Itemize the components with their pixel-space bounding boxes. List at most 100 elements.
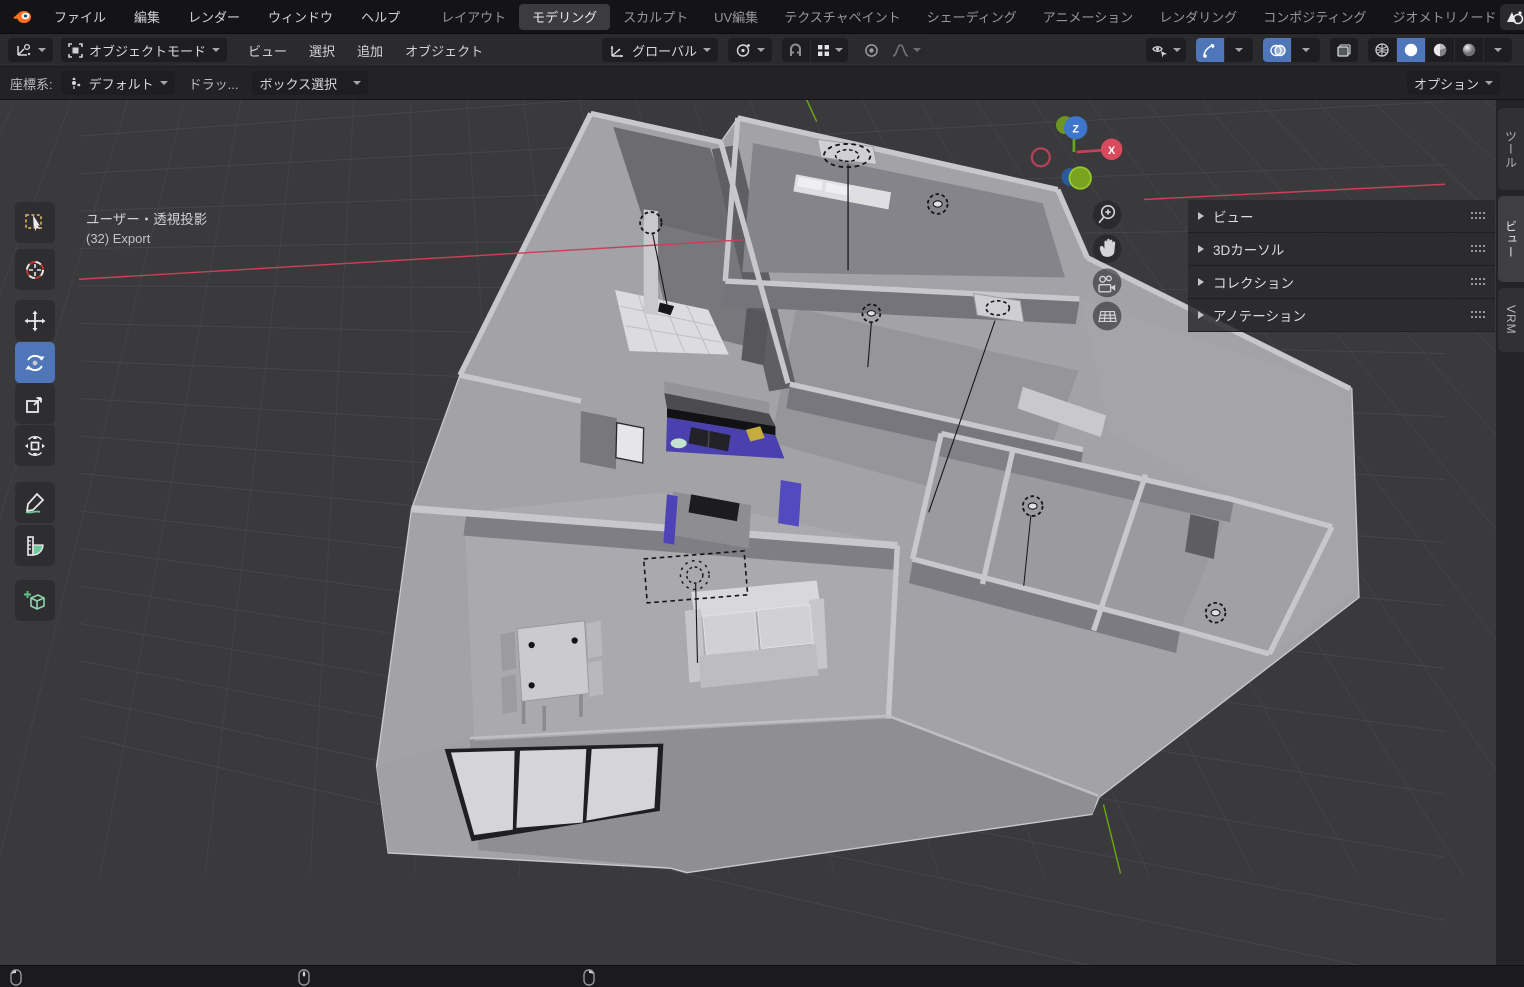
sofa[interactable] [685, 580, 828, 688]
menu-file[interactable]: ファイル [40, 0, 120, 34]
tool-transform[interactable] [15, 425, 55, 466]
toggle-grid-ortho-icon[interactable] [1093, 302, 1122, 331]
tab-shading[interactable]: シェーディング [914, 4, 1030, 30]
view-mode-label: ユーザー・透視投影 [86, 208, 207, 228]
tool-rotate[interactable] [15, 342, 55, 383]
snap-magnet-icon[interactable] [782, 38, 810, 62]
menu-add[interactable]: 追加 [346, 41, 394, 60]
sidebar-section-collections[interactable]: コレクション [1188, 266, 1495, 299]
scene-icon[interactable] [1500, 4, 1524, 30]
menu-select[interactable]: 選択 [298, 41, 346, 60]
show-overlays-dropdown[interactable] [1292, 38, 1320, 62]
pan-hand-icon[interactable] [1093, 234, 1122, 263]
tab-animation[interactable]: アニメーション [1030, 4, 1146, 30]
table-top[interactable] [517, 621, 589, 702]
coordinate-preset-dropdown[interactable]: デフォルト [61, 71, 175, 95]
tool-annotate[interactable] [15, 482, 55, 523]
tab-layout[interactable]: レイアウト [428, 4, 519, 30]
solid-shading-icon[interactable] [1397, 38, 1425, 62]
proportional-editing-icon[interactable] [858, 38, 886, 62]
editor-type-3d-viewport-icon[interactable] [8, 38, 53, 62]
cursor-3d-icon [23, 258, 47, 282]
grip-dots-icon[interactable] [1471, 311, 1485, 319]
blender-logo-icon[interactable] [0, 0, 40, 34]
plate[interactable] [671, 438, 687, 448]
expand-arrow-icon [1198, 311, 1204, 319]
tab-sculpting[interactable]: スカルプト [610, 4, 701, 30]
active-collection-label: (32) Export [86, 231, 150, 246]
menu-help[interactable]: ヘルプ [347, 0, 414, 34]
grip-dots-icon[interactable] [1471, 245, 1485, 253]
bathroom-column[interactable] [644, 209, 658, 315]
tab-texture-paint[interactable]: テクスチャペイント [771, 4, 913, 30]
annotate-pen-icon [23, 491, 47, 515]
toggle-xray-icon[interactable] [1330, 38, 1358, 62]
wireframe-shading-icon[interactable] [1368, 38, 1396, 62]
chair[interactable] [586, 621, 602, 659]
expand-arrow-icon [1198, 212, 1204, 220]
grip-dots-icon[interactable] [1471, 212, 1485, 220]
kitchen-cabinet-left[interactable] [580, 411, 617, 469]
blender-window: ファイル 編集 レンダー ウィンドウ ヘルプ レイアウト モデリング スカルプト… [0, 0, 1524, 987]
window-pane[interactable] [516, 749, 586, 828]
sidebar-tab-vrm[interactable]: VRM [1498, 288, 1524, 352]
zoom-in-icon[interactable] [1093, 200, 1122, 229]
show-gizmo-dropdown[interactable] [1225, 38, 1253, 62]
kitchen-fridge[interactable] [616, 423, 644, 463]
chair[interactable] [500, 632, 516, 671]
snap-target-dropdown[interactable] [811, 38, 848, 62]
statusbar [0, 965, 1524, 987]
shading-dropdown[interactable] [1484, 38, 1512, 62]
cup [528, 682, 534, 688]
3d-viewport[interactable]: Z X [0, 100, 1524, 965]
material-preview-icon[interactable] [1426, 38, 1454, 62]
doorway[interactable] [1185, 514, 1219, 559]
pivot-point-dropdown[interactable] [728, 38, 772, 62]
falloff-curve-icon[interactable] [887, 38, 926, 62]
topbar: ファイル 編集 レンダー ウィンドウ ヘルプ レイアウト モデリング スカルプト… [0, 0, 1524, 34]
show-overlays-icon[interactable] [1263, 38, 1291, 62]
menu-window[interactable]: ウィンドウ [254, 0, 347, 34]
tab-rendering[interactable]: レンダリング [1146, 4, 1250, 30]
menu-view[interactable]: ビュー [237, 41, 298, 60]
tab-compositing[interactable]: コンポジティング [1250, 4, 1379, 30]
tab-geometry-nodes[interactable]: ジオメトリノード [1380, 4, 1510, 30]
options-dropdown[interactable]: オプション [1407, 71, 1500, 95]
sidebar-section-view[interactable]: ビュー [1188, 200, 1495, 233]
chair[interactable] [587, 660, 603, 697]
tool-3d-cursor[interactable] [15, 249, 55, 290]
chair[interactable] [501, 675, 517, 714]
menu-edit[interactable]: 編集 [120, 0, 174, 34]
object-visibility-eye-icon[interactable] [1146, 38, 1186, 62]
tool-add-cube[interactable] [15, 580, 55, 621]
sofa-cushion [758, 605, 814, 649]
coordinate-preset-icon [68, 76, 83, 91]
tab-modeling[interactable]: モデリング [519, 4, 610, 30]
camera-view-icon[interactable] [1093, 269, 1122, 298]
select-mode-dropdown[interactable]: ボックス選択 [252, 71, 368, 95]
show-gizmo-icon[interactable] [1196, 38, 1224, 62]
sidebar-tab-tool[interactable]: ツール [1498, 108, 1524, 190]
tool-measure[interactable] [15, 525, 55, 566]
sidebar-section-annotations[interactable]: アノテーション [1188, 299, 1495, 332]
sidebar-section-3d-cursor[interactable]: 3Dカーソル [1188, 233, 1495, 266]
expand-arrow-icon [1198, 278, 1204, 286]
mode-dropdown[interactable]: オブジェクトモード [61, 38, 227, 62]
mouse-left-icon [10, 969, 22, 986]
grip-dots-icon[interactable] [1471, 278, 1485, 286]
axis-y-ball[interactable] [1069, 167, 1091, 189]
blue-pillar[interactable] [778, 480, 801, 527]
tool-move[interactable] [15, 300, 55, 341]
menu-render[interactable]: レンダー [174, 0, 254, 34]
menu-object[interactable]: オブジェクト [394, 41, 494, 60]
tab-uv-editing[interactable]: UV編集 [701, 4, 771, 30]
tool-scale[interactable] [15, 383, 55, 424]
tool-settings-bar: 座標系: デフォルト ドラッ... ボックス選択 オプション [0, 67, 1524, 100]
transform-orientation-dropdown[interactable]: グローバル [602, 38, 718, 62]
rotate-icon [23, 351, 47, 375]
snap-target-grid-icon [816, 43, 831, 58]
sidebar-tab-view[interactable]: ビュー [1498, 196, 1524, 282]
tool-select-box[interactable] [15, 202, 55, 243]
sofa-cushion [703, 611, 759, 656]
rendered-shading-icon[interactable] [1455, 38, 1483, 62]
